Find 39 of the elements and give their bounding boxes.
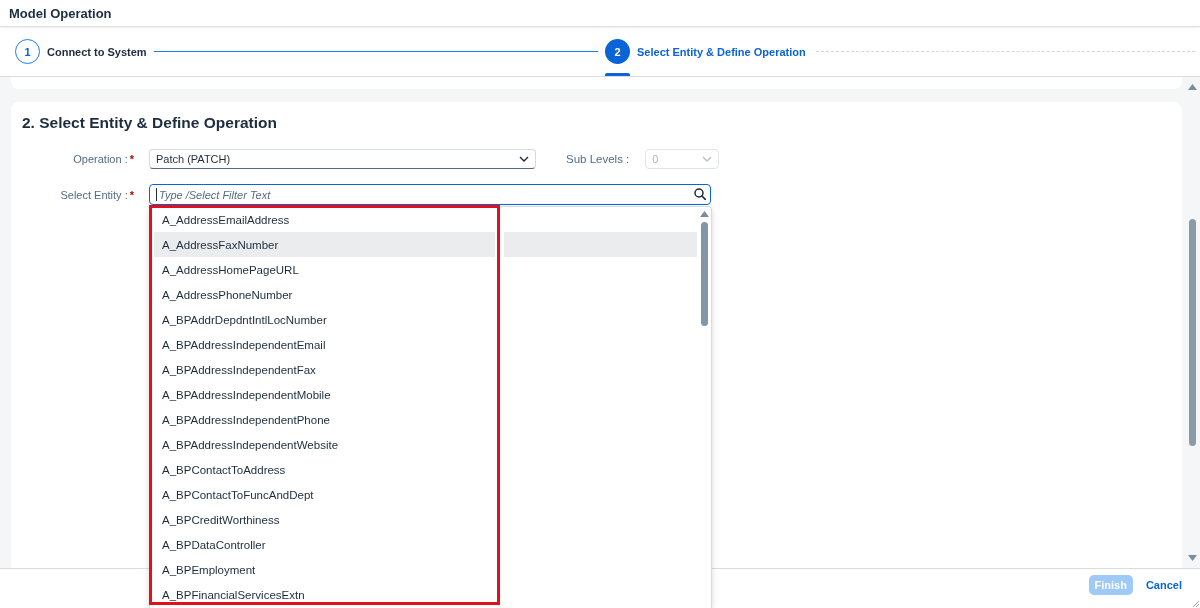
list-option[interactable]: A_BPCreditWorthiness xyxy=(151,507,697,532)
list-option[interactable]: A_BPContactToFuncAndDept xyxy=(151,482,697,507)
resize-grip-icon[interactable] xyxy=(1193,601,1199,607)
field-label: Operation : * xyxy=(72,153,134,165)
list-option[interactable]: A_BPDataController xyxy=(151,532,697,557)
field-label: Sub Levels : xyxy=(566,153,630,165)
list-option[interactable]: A_AddressFaxNumber xyxy=(151,232,697,257)
step-label[interactable]: Select Entity & Define Operation xyxy=(637,45,806,58)
list-option[interactable]: A_BPAddressIndependentMobile xyxy=(151,382,697,407)
list-option[interactable]: A_BPAddressIndependentPhone xyxy=(151,407,697,432)
step-number[interactable]: 2 xyxy=(605,39,630,64)
search-field[interactable]: Type /Select Filter Text xyxy=(149,184,711,205)
list-option[interactable]: A_BPEmployment xyxy=(151,557,697,582)
list-option[interactable]: A_AddressHomePageURL xyxy=(151,257,697,282)
chevron-down-icon xyxy=(519,156,529,162)
arrow-up-icon[interactable] xyxy=(699,211,709,217)
list-option[interactable]: A_BPFinancialServicesExtn xyxy=(151,582,697,607)
arrow-up-icon[interactable] xyxy=(1187,84,1197,90)
step-label[interactable]: Connect to System xyxy=(47,45,147,58)
list-option[interactable]: A_BPAddrDepdntIntlLocNumber xyxy=(151,307,697,332)
operation-dropdown[interactable]: Patch (PATCH) xyxy=(149,149,536,169)
list-option[interactable]: A_BPAddressIndependentWebsite xyxy=(151,432,697,457)
window-title: Model Operation xyxy=(9,5,112,21)
list-option[interactable]: A_BPContactToAddress xyxy=(151,457,697,482)
arrow-down-icon[interactable] xyxy=(1187,555,1197,561)
field-label: Select Entity : * xyxy=(59,188,134,201)
list-option[interactable]: A_BPAddressIndependentEmail xyxy=(151,332,697,357)
step-indicator xyxy=(605,73,630,76)
cancel-button[interactable]: Cancel xyxy=(1144,575,1183,595)
list-option[interactable]: A_AddressPhoneNumber xyxy=(151,282,697,307)
text-cursor-icon xyxy=(156,188,157,201)
list-option[interactable]: A_BPAddressIndependentFax xyxy=(151,357,697,382)
list-option[interactable]: A_AddressEmailAddress xyxy=(151,207,697,232)
section-title: 2. Select Entity & Define Operation xyxy=(22,113,278,133)
search-icon[interactable] xyxy=(694,188,706,200)
scrollbar-thumb[interactable] xyxy=(1188,219,1196,446)
step-number[interactable]: 1 xyxy=(15,39,40,64)
scrollbar-thumb[interactable] xyxy=(700,222,708,326)
chevron-down-icon xyxy=(702,156,713,162)
